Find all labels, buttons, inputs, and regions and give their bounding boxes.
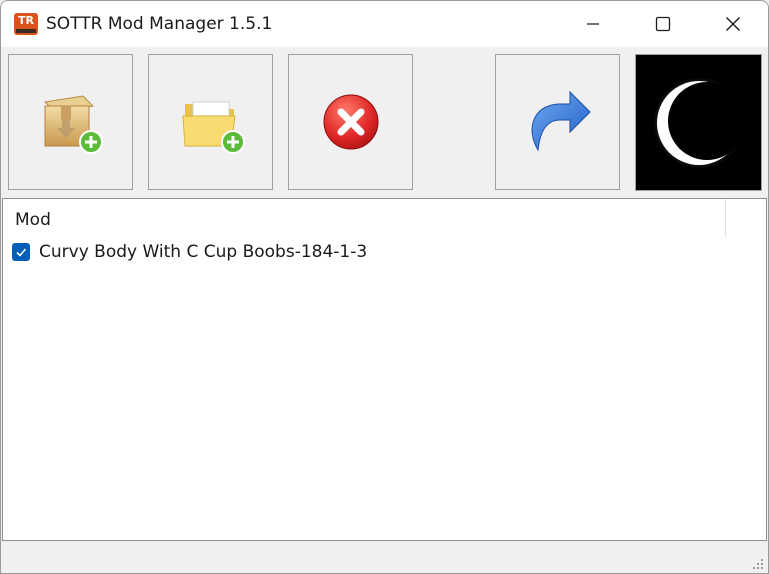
add-folder-button[interactable] [148, 54, 273, 190]
minimize-icon [587, 23, 599, 25]
theme-button[interactable] [635, 54, 762, 191]
column-header-mod[interactable]: Mod [3, 199, 726, 237]
resize-grip-icon[interactable] [750, 556, 764, 570]
folder-add-icon [181, 101, 245, 154]
red-x-icon [323, 94, 378, 150]
minimize-button[interactable] [558, 1, 628, 47]
redo-arrow-icon [531, 90, 591, 152]
title-bar[interactable]: TR SOTTR Mod Manager 1.5.1 [1, 1, 768, 47]
maximize-icon [655, 16, 671, 32]
mod-name: Curvy Body With C Cup Boobs-184-1-3 [39, 242, 368, 262]
status-bar [1, 542, 768, 573]
maximize-button[interactable] [628, 1, 698, 47]
list-item[interactable]: Curvy Body With C Cup Boobs-184-1-3 [3, 239, 723, 267]
remove-mod-button[interactable] [288, 54, 413, 190]
app-logo-icon: TR [14, 13, 38, 35]
package-add-icon [43, 95, 103, 154]
mod-list[interactable]: Mod Curvy Body With C Cup Boobs-184-1-3 [2, 198, 767, 541]
close-icon [726, 17, 740, 31]
eclipse-icon [652, 76, 746, 169]
close-button[interactable] [698, 1, 768, 47]
checkmark-icon [16, 248, 27, 257]
refresh-button[interactable] [495, 54, 620, 190]
mod-enabled-checkbox[interactable] [12, 243, 30, 261]
install-mod-button[interactable] [8, 54, 133, 190]
app-window: TR SOTTR Mod Manager 1.5.1 Mod Curvy Bod… [0, 0, 769, 574]
window-title: SOTTR Mod Manager 1.5.1 [46, 14, 273, 34]
